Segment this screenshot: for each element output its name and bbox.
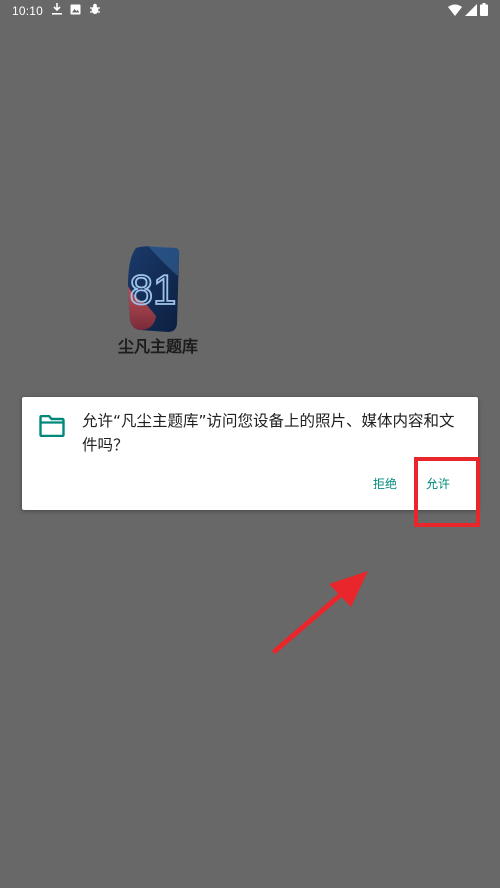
status-time: 10:10: [12, 4, 44, 18]
image-icon: [70, 4, 81, 14]
screen: 10:10 81 尘凡主题库 允许“凡尘主题库”访问您设备上的照片、媒体内容和文…: [0, 0, 500, 888]
annotation-highlight-box: [414, 457, 480, 527]
dialog-buttons: 拒绝 允许: [22, 471, 478, 497]
folder-icon: [39, 415, 65, 437]
status-icons-right: [448, 3, 488, 16]
status-icons-left: [52, 3, 101, 15]
signal-icon: [465, 3, 477, 16]
app-logo: 81: [128, 246, 180, 332]
logo-text: 81: [130, 266, 177, 313]
download-icon: [52, 3, 62, 15]
app-name: 尘凡主题库: [117, 337, 198, 356]
dialog-message: 允许“凡尘主题库”访问您设备上的照片、媒体内容和文件吗？: [82, 412, 455, 454]
battery-icon: [480, 3, 488, 16]
bug-icon: [90, 3, 100, 14]
wifi-icon: [448, 4, 462, 16]
status-bar: 10:10: [0, 0, 500, 24]
deny-button[interactable]: 拒绝: [367, 471, 403, 497]
permission-dialog: 允许“凡尘主题库”访问您设备上的照片、媒体内容和文件吗？ 拒绝 允许: [22, 397, 478, 510]
